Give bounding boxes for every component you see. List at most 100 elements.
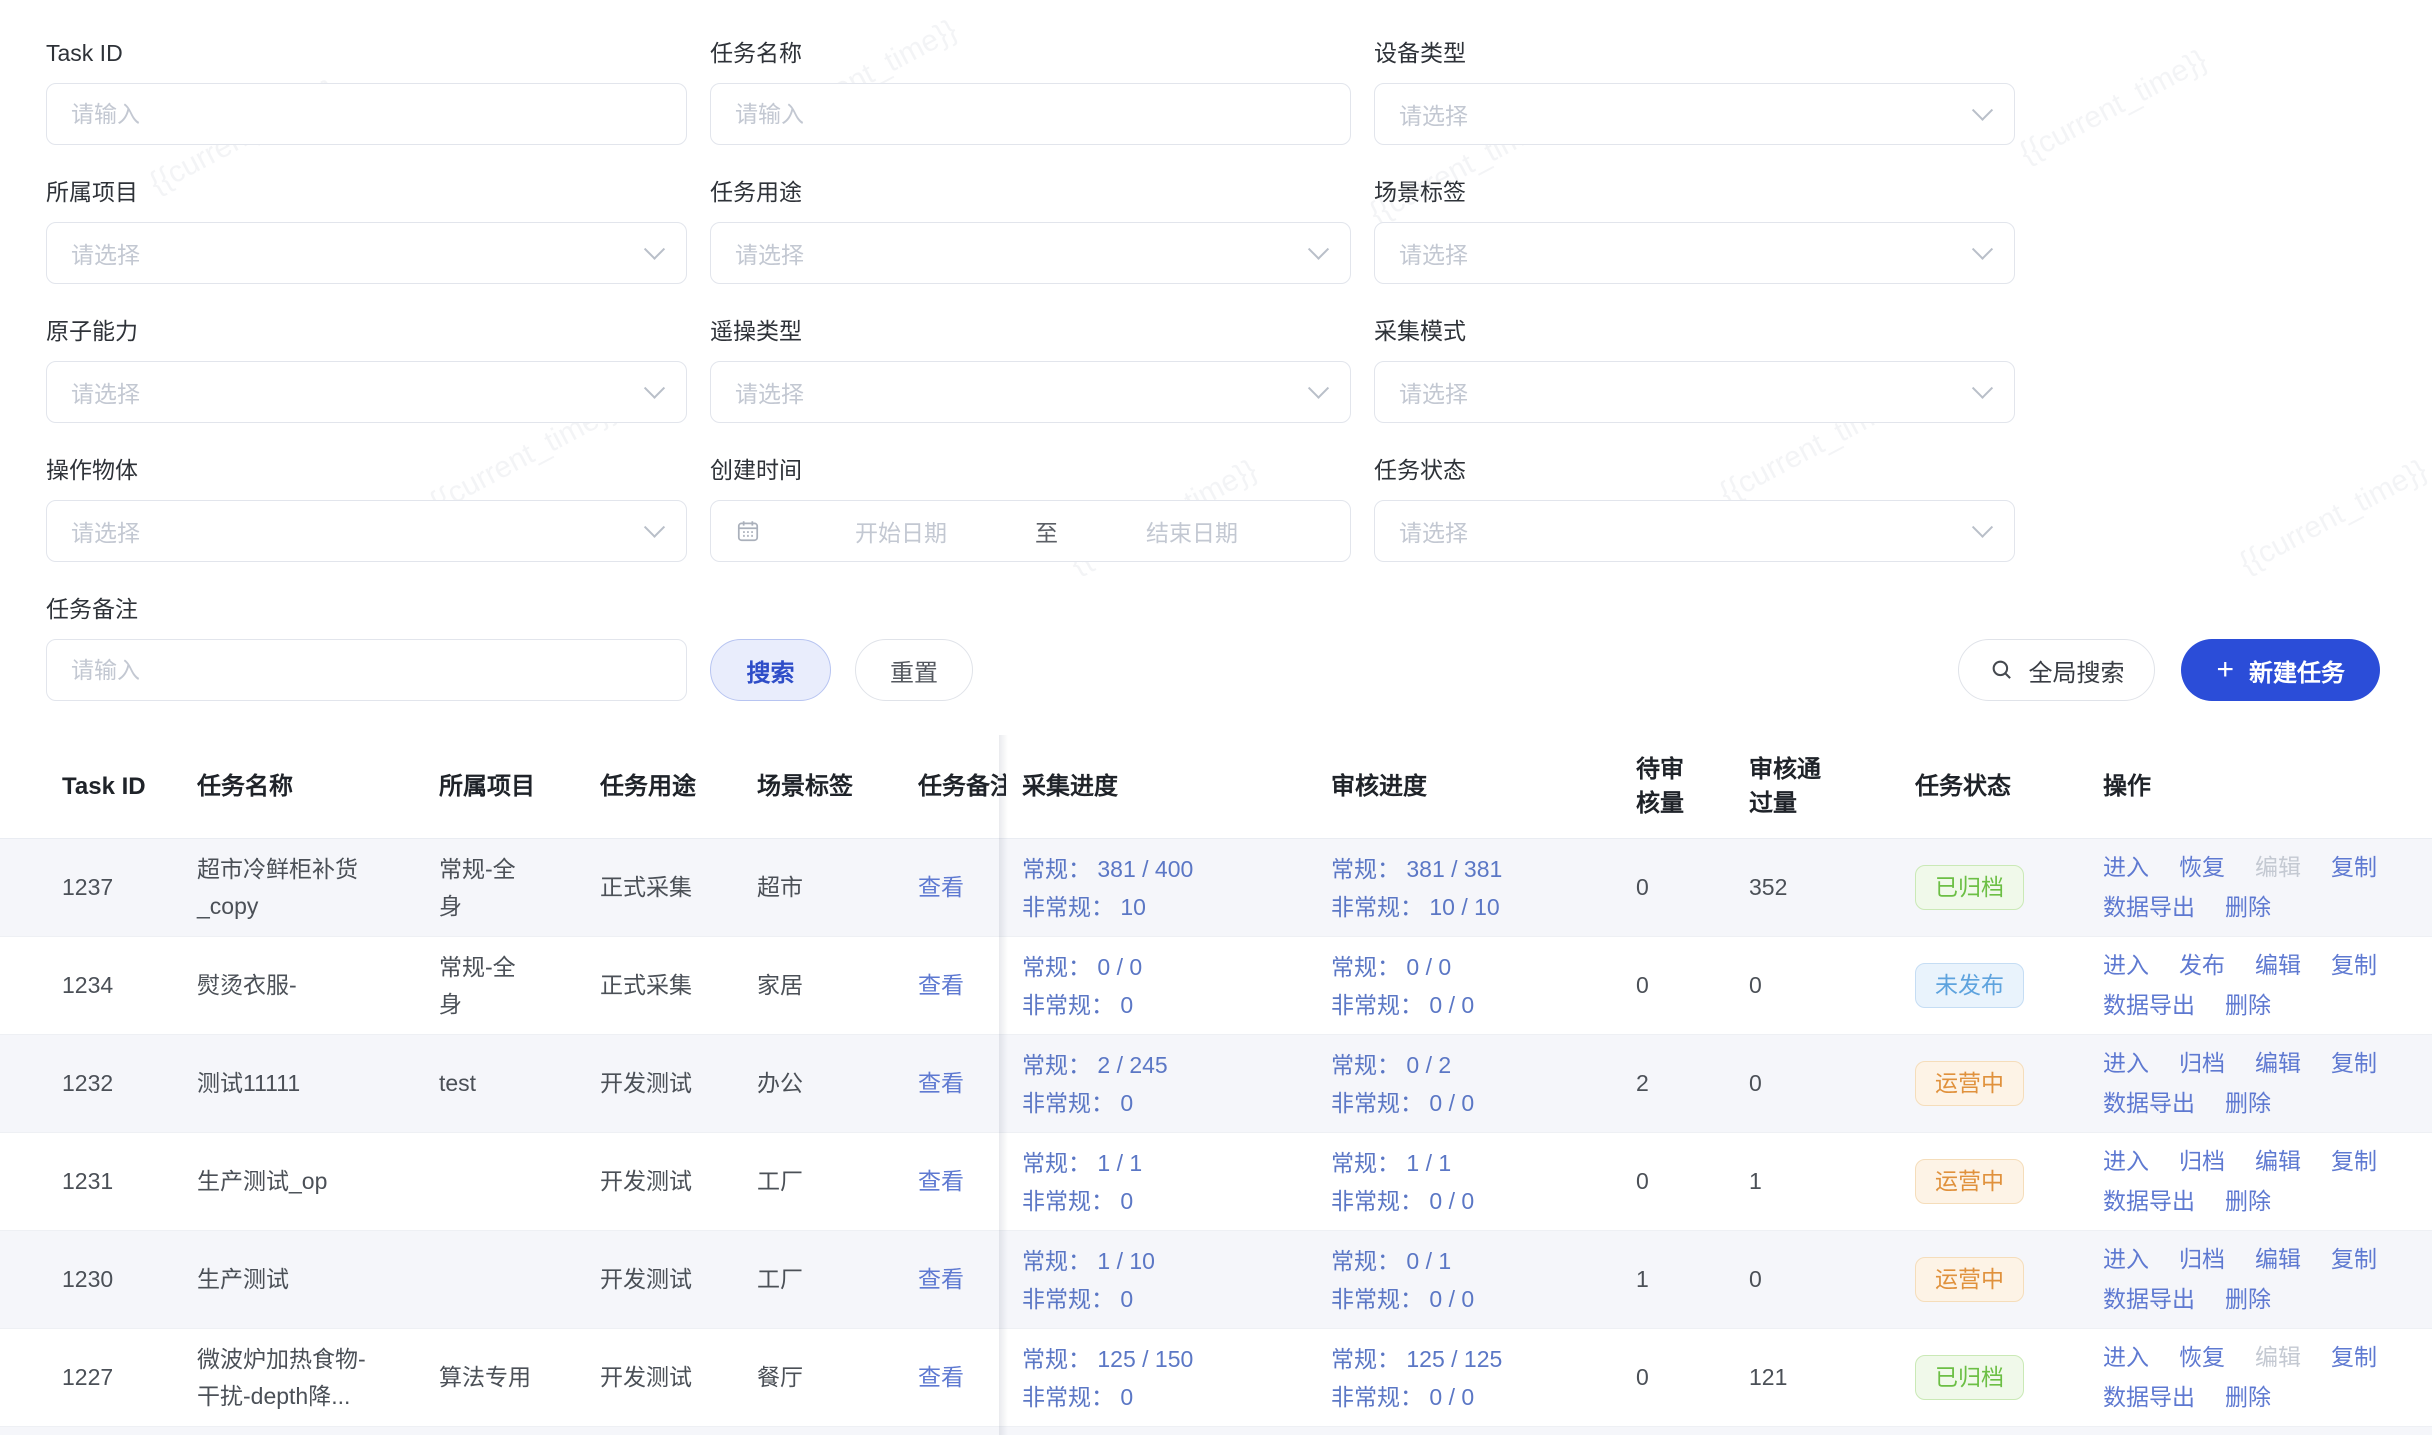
purpose-select[interactable]: 请选择 (710, 222, 1351, 284)
reset-button[interactable]: 重置 (855, 639, 973, 701)
archive-link[interactable]: 归档 (2179, 1246, 2225, 1273)
edit-link[interactable]: 编辑 (2255, 1246, 2301, 1273)
chevron-down-icon (644, 516, 665, 537)
col-header-task-id: Task ID (0, 735, 181, 838)
device-type-select[interactable]: 请选择 (1374, 83, 2015, 145)
delete-link[interactable]: 删除 (2225, 1384, 2271, 1411)
cell-task-id: 1227 (0, 1329, 181, 1426)
cell-purpose: 开发测试 (584, 1035, 741, 1132)
chevron-down-icon (1308, 377, 1329, 398)
cell-task-id: 1234 (0, 937, 181, 1034)
copy-link[interactable]: 复制 (2331, 1148, 2377, 1175)
cell-project: 常规-全身 (423, 839, 584, 936)
cell-task-id: 1230 (0, 1231, 181, 1328)
enter-link[interactable]: 进入 (2103, 1050, 2149, 1077)
export-link[interactable]: 数据导出 (2103, 1384, 2195, 1411)
copy-link[interactable]: 复制 (2331, 854, 2377, 881)
export-link[interactable]: 数据导出 (2103, 1090, 2195, 1117)
restore-link[interactable]: 恢复 (2179, 854, 2225, 881)
copy-link[interactable]: 复制 (2331, 1246, 2377, 1273)
export-link[interactable]: 数据导出 (2103, 1286, 2195, 1313)
create-time-range-picker[interactable]: 开始日期 至 结束日期 (710, 500, 1351, 562)
edit-link[interactable]: 编辑 (2255, 1148, 2301, 1175)
remark-view-link[interactable]: 查看 (918, 1065, 964, 1102)
export-link[interactable]: 数据导出 (2103, 894, 2195, 921)
delete-link[interactable]: 删除 (2225, 992, 2271, 1019)
collect-progress: 常规： 381 / 400非常规： 10 (1022, 850, 1193, 926)
search-button[interactable]: 搜索 (710, 639, 831, 701)
task-status-select[interactable]: 请选择 (1374, 500, 2015, 562)
task-remark-input[interactable] (46, 639, 687, 701)
review-progress: 常规： 0 / 2非常规： 0 / 0 (1331, 1046, 1474, 1122)
task-name-input[interactable] (710, 83, 1351, 145)
row-actions: 进入 恢复 编辑 复制 数据导出 删除 (2103, 854, 2416, 921)
archive-link[interactable]: 归档 (2179, 1050, 2225, 1077)
teleop-type-select[interactable]: 请选择 (710, 361, 1351, 423)
edit-link[interactable]: 编辑 (2255, 1050, 2301, 1077)
table-row: 1231 生产测试_op 开发测试 工厂 查看 常规： 1 / 1非常规： 0 … (0, 1133, 2432, 1231)
publish-link[interactable]: 发布 (2179, 952, 2225, 979)
archive-link[interactable]: 归档 (2179, 1148, 2225, 1175)
start-date-placeholder[interactable]: 开始日期 (767, 514, 1035, 548)
collect-mode-select[interactable]: 请选择 (1374, 361, 2015, 423)
collect-mode-placeholder: 请选择 (1399, 375, 1468, 409)
delete-link[interactable]: 删除 (2225, 1188, 2271, 1215)
copy-link[interactable]: 复制 (2331, 1344, 2377, 1371)
project-select[interactable]: 请选择 (46, 222, 687, 284)
remark-view-link[interactable]: 查看 (918, 967, 964, 1004)
cell-project (423, 1133, 584, 1230)
remark-view-link[interactable]: 查看 (918, 869, 964, 906)
cell-task-name: 生产测试_op (181, 1133, 423, 1230)
export-link[interactable]: 数据导出 (2103, 1188, 2195, 1215)
enter-link[interactable]: 进入 (2103, 1344, 2149, 1371)
remark-view-link[interactable]: 查看 (918, 1261, 964, 1298)
cell-scene: 工厂 (741, 1231, 902, 1328)
cell-passed-count: 0 (1733, 1035, 1899, 1132)
enter-link[interactable]: 进入 (2103, 952, 2149, 979)
task-id-input[interactable] (46, 83, 687, 145)
review-progress: 常规： 125 / 125非常规： 0 / 0 (1331, 1340, 1502, 1416)
filter-task-remark: 任务备注 (46, 596, 687, 701)
cell-task-name: 测试11111 (181, 1035, 423, 1132)
global-search-button[interactable]: 全局搜索 (1958, 639, 2155, 701)
enter-link[interactable]: 进入 (2103, 854, 2149, 881)
copy-link[interactable]: 复制 (2331, 952, 2377, 979)
chevron-down-icon (1972, 99, 1993, 120)
cell-passed-count: 121 (1733, 1329, 1899, 1426)
atomic-ability-select[interactable]: 请选择 (46, 361, 687, 423)
cell-pending-count: 0 (1620, 839, 1733, 936)
operate-object-select[interactable]: 请选择 (46, 500, 687, 562)
delete-link[interactable]: 删除 (2225, 894, 2271, 921)
edit-link[interactable]: 编辑 (2255, 1344, 2301, 1371)
filter-task-id: Task ID (46, 40, 687, 145)
status-badge: 运营中 (1915, 1061, 2024, 1106)
remark-view-link[interactable]: 查看 (918, 1163, 964, 1200)
create-task-button[interactable]: + 新建任务 (2181, 639, 2380, 701)
plus-icon: + (2216, 655, 2234, 685)
remark-view-link[interactable]: 查看 (918, 1359, 964, 1396)
enter-link[interactable]: 进入 (2103, 1246, 2149, 1273)
filter-purpose: 任务用途 请选择 (710, 179, 1351, 284)
end-date-placeholder[interactable]: 结束日期 (1058, 514, 1326, 548)
scene-tag-select[interactable]: 请选择 (1374, 222, 2015, 284)
table-row: 1227 微波炉加热食物-干扰-depth降... 算法专用 开发测试 餐厅 查… (0, 1329, 2432, 1427)
search-icon (1989, 657, 2015, 683)
cell-project (423, 1231, 584, 1328)
cell-purpose: 正式采集 (584, 937, 741, 1034)
copy-link[interactable]: 复制 (2331, 1050, 2377, 1077)
edit-link[interactable]: 编辑 (2255, 854, 2301, 881)
collect-mode-label: 采集模式 (1374, 318, 2015, 344)
restore-link[interactable]: 恢复 (2179, 1344, 2225, 1371)
create-time-label: 创建时间 (710, 457, 1351, 483)
edit-link[interactable]: 编辑 (2255, 952, 2301, 979)
filter-operate-object: 操作物体 请选择 (46, 457, 687, 562)
filter-scene-tag: 场景标签 请选择 (1374, 179, 2015, 284)
cell-task-name: 微波炉加热食物-干扰-depth降... (181, 1329, 423, 1426)
export-link[interactable]: 数据导出 (2103, 992, 2195, 1019)
status-badge: 已归档 (1915, 865, 2024, 910)
enter-link[interactable]: 进入 (2103, 1148, 2149, 1175)
delete-link[interactable]: 删除 (2225, 1090, 2271, 1117)
cell-task-id: 1237 (0, 839, 181, 936)
device-type-placeholder: 请选择 (1399, 97, 1468, 131)
delete-link[interactable]: 删除 (2225, 1286, 2271, 1313)
